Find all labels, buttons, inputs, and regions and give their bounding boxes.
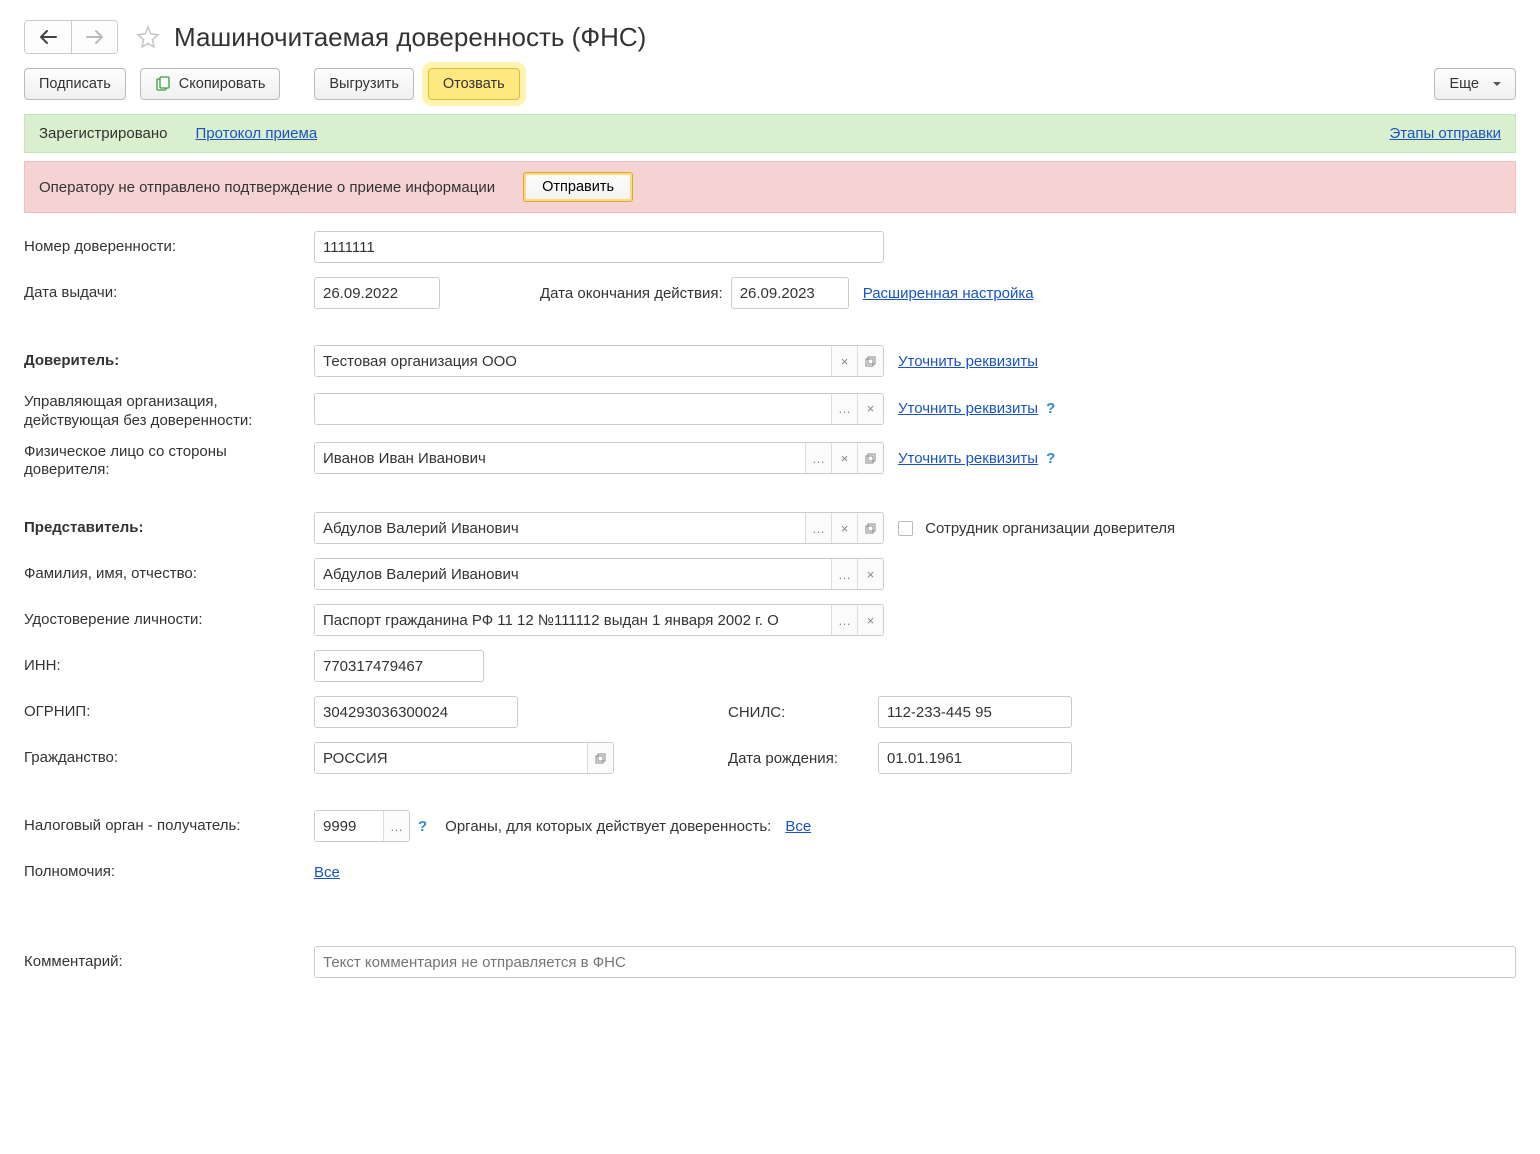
forward-button[interactable] bbox=[71, 21, 117, 53]
fio-input-group: … × bbox=[314, 558, 884, 590]
select-icon[interactable]: … bbox=[831, 394, 857, 424]
copy-document-icon bbox=[155, 76, 171, 92]
advanced-settings-link[interactable]: Расширенная настройка bbox=[863, 285, 1034, 302]
more-button[interactable]: Еще bbox=[1434, 68, 1516, 100]
send-confirmation-button[interactable]: Отправить bbox=[523, 172, 633, 202]
open-icon[interactable] bbox=[857, 513, 883, 543]
tax-org-input-group: … bbox=[314, 810, 410, 842]
inn-input[interactable] bbox=[314, 650, 484, 682]
employee-checkbox-label: Сотрудник организации доверителя bbox=[925, 520, 1175, 537]
powers-all-link[interactable]: Все bbox=[314, 864, 340, 881]
fio-input[interactable] bbox=[315, 559, 831, 589]
status-text: Зарегистрировано bbox=[39, 125, 167, 142]
iddoc-label: Удостоверение личности: bbox=[24, 611, 314, 630]
principal-label: Доверитель: bbox=[24, 352, 314, 371]
clear-icon[interactable]: × bbox=[831, 346, 857, 376]
comment-input[interactable] bbox=[314, 946, 1516, 978]
iddoc-input[interactable] bbox=[315, 605, 831, 635]
mgmt-org-label: Управляющая организация, действующая без… bbox=[24, 387, 314, 431]
powers-label: Полномочия: bbox=[24, 863, 314, 882]
issue-date-input[interactable] bbox=[314, 277, 440, 309]
page-title: Машиночитаемая доверенность (ФНС) bbox=[174, 22, 646, 53]
clarify-mgmt-link[interactable]: Уточнить реквизиты bbox=[898, 400, 1038, 417]
checkbox-icon bbox=[898, 521, 913, 536]
error-banner: Оператору не отправлено подтверждение о … bbox=[24, 161, 1516, 213]
copy-button-label: Скопировать bbox=[179, 76, 266, 92]
number-input[interactable] bbox=[314, 231, 884, 263]
comment-label: Комментарий: bbox=[24, 953, 314, 972]
tax-org-input[interactable] bbox=[315, 811, 383, 841]
arrow-right-icon bbox=[86, 30, 104, 44]
sign-button[interactable]: Подписать bbox=[24, 68, 126, 100]
issue-date-label: Дата выдачи: bbox=[24, 284, 314, 303]
more-button-label: Еще bbox=[1449, 76, 1479, 92]
tax-org-label: Налоговый орган - получатель: bbox=[24, 817, 314, 836]
select-icon[interactable]: … bbox=[383, 811, 409, 841]
help-icon[interactable]: ? bbox=[418, 818, 427, 835]
error-text: Оператору не отправлено подтверждение о … bbox=[39, 179, 495, 196]
end-date-input[interactable] bbox=[731, 277, 849, 309]
employee-checkbox-wrap[interactable]: Сотрудник организации доверителя bbox=[898, 520, 1175, 537]
select-icon[interactable]: … bbox=[831, 559, 857, 589]
representative-label: Представитель: bbox=[24, 519, 314, 538]
copy-button[interactable]: Скопировать bbox=[140, 68, 281, 100]
favorite-star-icon[interactable] bbox=[136, 25, 160, 49]
select-icon[interactable]: … bbox=[805, 513, 831, 543]
clear-icon[interactable]: × bbox=[831, 443, 857, 473]
arrow-left-icon bbox=[39, 30, 57, 44]
back-button[interactable] bbox=[25, 21, 71, 53]
principal-person-input[interactable] bbox=[315, 443, 805, 473]
citizenship-input-group bbox=[314, 742, 614, 774]
snils-input[interactable] bbox=[878, 696, 1072, 728]
protocol-link[interactable]: Протокол приема bbox=[195, 125, 317, 142]
mgmt-org-input[interactable] bbox=[315, 394, 831, 424]
open-icon[interactable] bbox=[857, 346, 883, 376]
dob-input[interactable] bbox=[878, 742, 1072, 774]
iddoc-input-group: … × bbox=[314, 604, 884, 636]
toolbar: Подписать Скопировать Выгрузить Отозвать… bbox=[24, 68, 1516, 100]
tax-scope-all-link[interactable]: Все bbox=[785, 818, 811, 835]
clear-icon[interactable]: × bbox=[857, 605, 883, 635]
export-button[interactable]: Выгрузить bbox=[314, 68, 413, 100]
revoke-button-highlight: Отозвать bbox=[428, 68, 520, 100]
stages-link[interactable]: Этапы отправки bbox=[1390, 125, 1502, 142]
select-icon[interactable]: … bbox=[831, 605, 857, 635]
clarify-person-link[interactable]: Уточнить реквизиты bbox=[898, 450, 1038, 467]
revoke-button[interactable]: Отозвать bbox=[428, 68, 520, 100]
principal-input-group: × bbox=[314, 345, 884, 377]
principal-input[interactable] bbox=[315, 346, 831, 376]
principal-person-input-group: … × bbox=[314, 442, 884, 474]
ogrnip-input[interactable] bbox=[314, 696, 518, 728]
fio-label: Фамилия, имя, отчество: bbox=[24, 565, 314, 584]
mgmt-org-input-group: … × bbox=[314, 393, 884, 425]
inn-label: ИНН: bbox=[24, 657, 314, 676]
clear-icon[interactable]: × bbox=[831, 513, 857, 543]
dob-label: Дата рождения: bbox=[728, 750, 878, 767]
ogrnip-label: ОГРНИП: bbox=[24, 703, 314, 722]
clear-icon[interactable]: × bbox=[857, 559, 883, 589]
number-label: Номер доверенности: bbox=[24, 238, 314, 257]
clear-icon[interactable]: × bbox=[857, 394, 883, 424]
open-icon[interactable] bbox=[587, 743, 613, 773]
tax-scope-label: Органы, для которых действует довереннос… bbox=[445, 818, 771, 835]
citizenship-input[interactable] bbox=[315, 743, 587, 773]
clarify-principal-link[interactable]: Уточнить реквизиты bbox=[898, 353, 1038, 370]
open-icon[interactable] bbox=[857, 443, 883, 473]
form: Номер доверенности: Дата выдачи: Дата ок… bbox=[24, 227, 1516, 982]
representative-input-group: … × bbox=[314, 512, 884, 544]
snils-label: СНИЛС: bbox=[728, 704, 878, 721]
citizenship-label: Гражданство: bbox=[24, 749, 314, 768]
status-banner: Зарегистрировано Протокол приема Этапы о… bbox=[24, 114, 1516, 153]
principal-person-label: Физическое лицо со стороны доверителя: bbox=[24, 437, 314, 481]
titlebar: Машиночитаемая доверенность (ФНС) bbox=[24, 20, 1516, 54]
end-date-label: Дата окончания действия: bbox=[540, 285, 723, 302]
representative-input[interactable] bbox=[315, 513, 805, 543]
select-icon[interactable]: … bbox=[805, 443, 831, 473]
help-icon[interactable]: ? bbox=[1046, 400, 1055, 417]
help-icon[interactable]: ? bbox=[1046, 450, 1055, 467]
nav-button-group bbox=[24, 20, 118, 54]
